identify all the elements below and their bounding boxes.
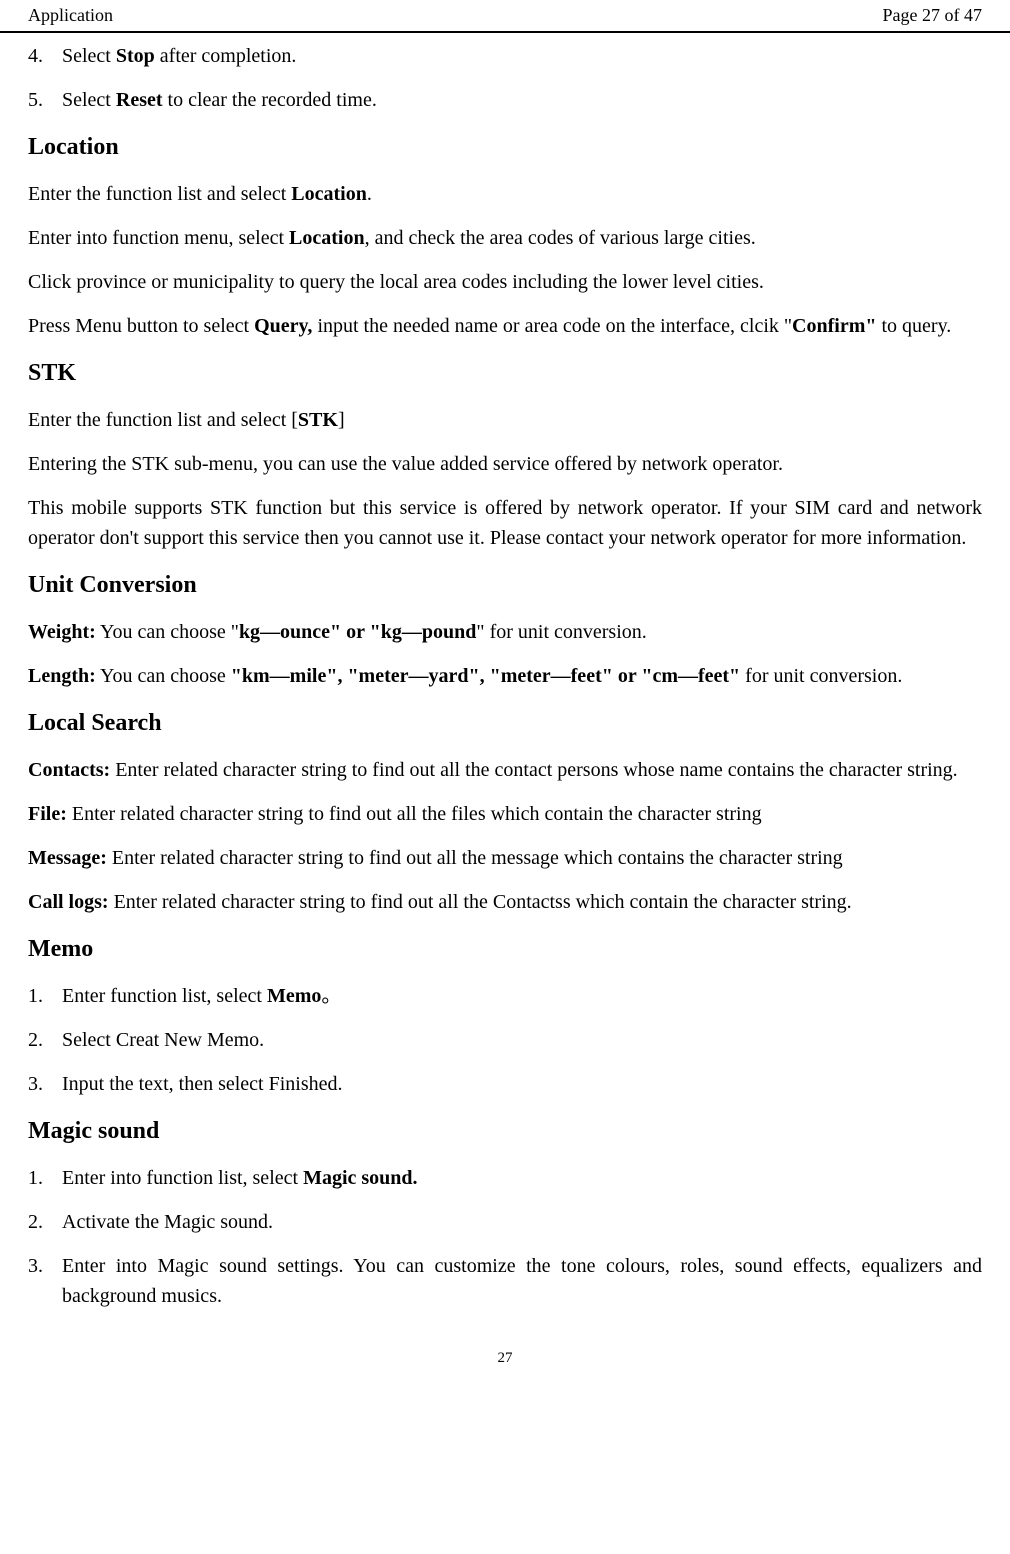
- page-header: Application Page 27 of 47: [0, 0, 1010, 33]
- list-number: 3.: [28, 1251, 62, 1311]
- paragraph: Enter the function list and select [STK]: [28, 405, 982, 435]
- list-item: 5. Select Reset to clear the recorded ti…: [28, 85, 982, 115]
- list-item: 4. Select Stop after completion.: [28, 41, 982, 71]
- list-text: Select Stop after completion.: [62, 41, 296, 71]
- list-number: 1.: [28, 1163, 62, 1193]
- list-text: Enter into function list, select Magic s…: [62, 1163, 418, 1193]
- heading-location: Location: [28, 129, 982, 165]
- list-item: 3. Enter into Magic sound settings. You …: [28, 1251, 982, 1311]
- page-content: 4. Select Stop after completion. 5. Sele…: [0, 33, 1010, 1311]
- list-number: 4.: [28, 41, 62, 71]
- paragraph: Enter into function menu, select Locatio…: [28, 223, 982, 253]
- list-text: Enter into Magic sound settings. You can…: [62, 1251, 982, 1311]
- header-left: Application: [28, 2, 113, 29]
- list-number: 2.: [28, 1025, 62, 1055]
- list-number: 3.: [28, 1069, 62, 1099]
- list-number: 2.: [28, 1207, 62, 1237]
- heading-stk: STK: [28, 355, 982, 391]
- list-item: 1. Enter function list, select Memo。: [28, 981, 982, 1011]
- paragraph: Contacts: Enter related character string…: [28, 755, 982, 785]
- paragraph: Length: You can choose "km—mile", "meter…: [28, 661, 982, 691]
- list-text: Select Creat New Memo.: [62, 1025, 264, 1055]
- list-text: Enter function list, select Memo。: [62, 981, 341, 1011]
- paragraph: Weight: You can choose "kg—ounce" or "kg…: [28, 617, 982, 647]
- page-number: 27: [0, 1347, 1010, 1380]
- paragraph: File: Enter related character string to …: [28, 799, 982, 829]
- heading-memo: Memo: [28, 931, 982, 967]
- list-item: 2. Activate the Magic sound.: [28, 1207, 982, 1237]
- header-right: Page 27 of 47: [883, 2, 982, 29]
- list-text: Input the text, then select Finished.: [62, 1069, 343, 1099]
- paragraph: This mobile supports STK function but th…: [28, 493, 982, 553]
- list-item: 1. Enter into function list, select Magi…: [28, 1163, 982, 1193]
- heading-local-search: Local Search: [28, 705, 982, 741]
- paragraph: Enter the function list and select Locat…: [28, 179, 982, 209]
- list-number: 5.: [28, 85, 62, 115]
- paragraph: Press Menu button to select Query, input…: [28, 311, 982, 341]
- list-item: 3. Input the text, then select Finished.: [28, 1069, 982, 1099]
- paragraph: Entering the STK sub-menu, you can use t…: [28, 449, 982, 479]
- heading-unit-conversion: Unit Conversion: [28, 567, 982, 603]
- list-number: 1.: [28, 981, 62, 1011]
- list-item: 2. Select Creat New Memo.: [28, 1025, 982, 1055]
- paragraph: Call logs: Enter related character strin…: [28, 887, 982, 917]
- heading-magic-sound: Magic sound: [28, 1113, 982, 1149]
- list-text: Activate the Magic sound.: [62, 1207, 273, 1237]
- paragraph: Click province or municipality to query …: [28, 267, 982, 297]
- list-text: Select Reset to clear the recorded time.: [62, 85, 377, 115]
- paragraph: Message: Enter related character string …: [28, 843, 982, 873]
